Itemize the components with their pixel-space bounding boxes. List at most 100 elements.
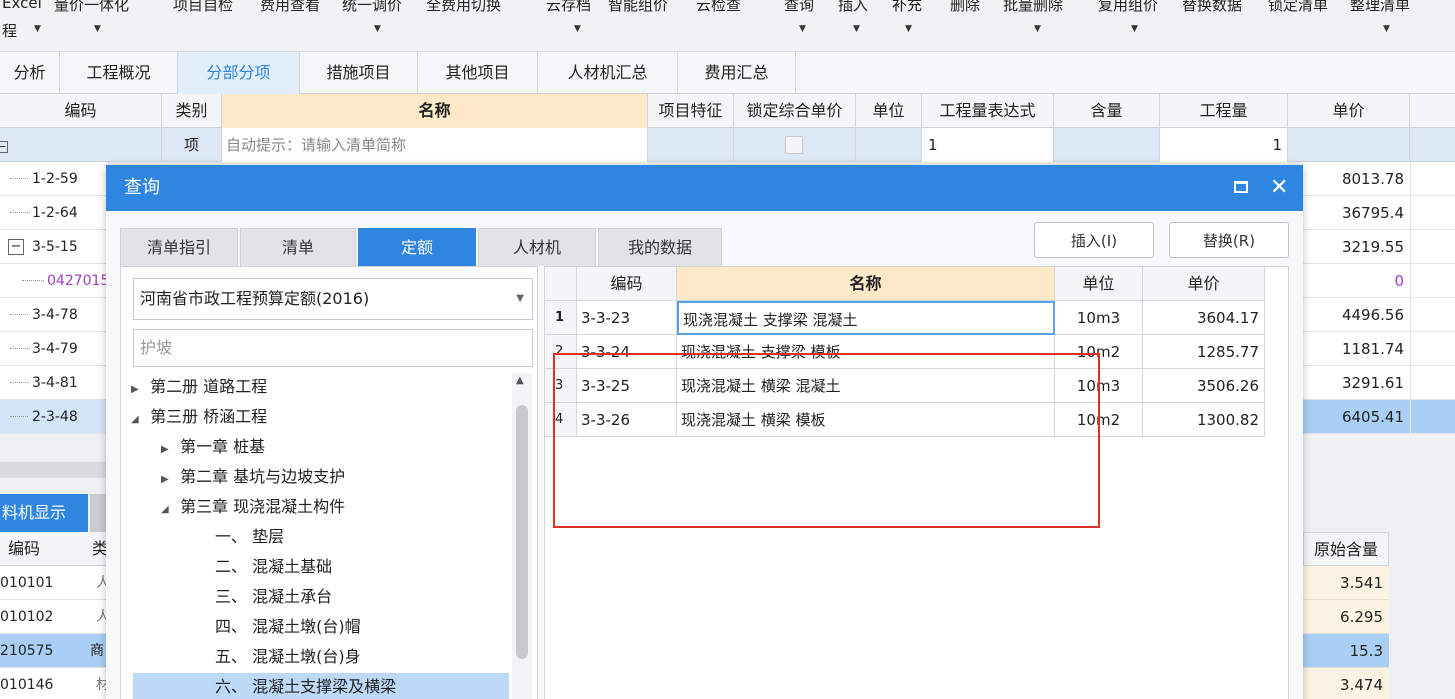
table-row[interactable]: 3-4-78 <box>0 298 106 332</box>
ribbon-adjust-price[interactable]: 统一调价 <box>342 0 402 15</box>
tab-fee-summary[interactable]: 费用汇总 <box>678 52 796 94</box>
table-cell[interactable] <box>1411 196 1455 230</box>
table-row[interactable]: − 3-5-15 <box>0 230 106 264</box>
row-index[interactable]: 4 <box>545 403 577 437</box>
row-price[interactable] <box>1288 128 1410 162</box>
chevron-down-icon[interactable]: ▼ <box>853 24 860 34</box>
row-content[interactable] <box>1054 128 1160 162</box>
ribbon-full-fee[interactable]: 全费用切换 <box>426 0 501 15</box>
tree-node[interactable]: 二、 混凝土基础 <box>215 553 332 581</box>
code-cell[interactable]: 3-3-25 <box>577 369 677 403</box>
table-row[interactable]: 3-4-81 <box>0 366 106 400</box>
ribbon-batch-delete[interactable]: 批量删除 <box>1003 0 1063 15</box>
unit-price-cell[interactable]: 3219.55 <box>1303 230 1411 264</box>
dialog-tab-my-data[interactable]: 我的数据 <box>598 228 722 266</box>
table-row[interactable]: 1-2-59 <box>0 162 106 196</box>
col-content[interactable]: 含量 <box>1054 94 1160 128</box>
table-row[interactable]: − 项 自动提示：请输入清单简称 1 1 <box>0 128 1455 162</box>
unit-price-cell[interactable]: 8013.78 <box>1303 162 1411 196</box>
ribbon-cloud-save[interactable]: 云存档 <box>546 0 591 15</box>
ribbon-smart-price[interactable]: 智能组价 <box>608 0 668 15</box>
dialog-tab-quota[interactable]: 定额 <box>358 228 476 266</box>
tree-node[interactable]: ◢ 第三册 桥涵工程 <box>131 403 267 431</box>
col-expression[interactable]: 工程量表达式 <box>922 94 1054 128</box>
unit-cell[interactable]: 10m2 <box>1055 335 1143 369</box>
row-index[interactable]: 3 <box>545 369 577 403</box>
name-cell[interactable]: 现浇混凝土 支撑梁 混凝土 <box>677 301 1055 335</box>
original-content-cell[interactable]: 3.474 <box>1303 668 1389 699</box>
table-cell[interactable] <box>1411 162 1455 196</box>
col-code[interactable]: 编码 <box>8 532 40 566</box>
close-icon[interactable]: ✕ <box>1270 173 1288 203</box>
tree-node[interactable]: ▶ 第二章 基坑与边坡支护 <box>161 463 345 491</box>
replace-button[interactable]: 替换(R) <box>1169 222 1289 258</box>
table-row[interactable]: 010102 人 <box>0 600 110 634</box>
insert-button[interactable]: 插入(I) <box>1034 222 1154 258</box>
code-cell[interactable]: 3-3-24 <box>577 335 677 369</box>
col-unit-price[interactable]: 单价 <box>1288 94 1410 128</box>
chevron-down-icon[interactable]: ▼ <box>799 24 806 34</box>
expand-toggle[interactable]: − <box>0 128 162 162</box>
table-row[interactable]: 010146 材 <box>0 668 110 699</box>
table-row[interactable]: 1-2-64 <box>0 196 106 230</box>
tree-node[interactable]: ▶ 第二册 道路工程 <box>131 373 267 401</box>
tab-material-summary[interactable]: 人材机汇总 <box>538 52 678 94</box>
chevron-down-icon[interactable]: ▼ <box>1383 24 1390 34</box>
col-name[interactable]: 名称 <box>677 267 1055 301</box>
ribbon-supplement[interactable]: 补充 <box>892 0 922 15</box>
tab-other[interactable] <box>90 494 106 532</box>
chevron-down-icon[interactable]: ▼ <box>34 24 41 34</box>
table-row[interactable]: 010101 人 <box>0 566 110 600</box>
tree-node[interactable]: 五、 混凝土墩(台)身 <box>215 643 361 671</box>
unit-price-cell[interactable]: 1181.74 <box>1303 332 1411 366</box>
unit-price-cell[interactable]: 6405.41 <box>1303 400 1411 434</box>
col-name[interactable]: 名称 <box>222 94 648 128</box>
col-quantity[interactable]: 工程量 <box>1160 94 1288 128</box>
ribbon-organize-list[interactable]: 整理清单 <box>1350 0 1410 15</box>
original-content-cell[interactable]: 3.541 <box>1303 566 1389 600</box>
name-cell[interactable]: 现浇混凝土 支撑梁 模板 <box>677 335 1055 369</box>
chevron-down-icon[interactable]: ▼ <box>94 24 101 34</box>
unit-cell[interactable]: 10m3 <box>1055 369 1143 403</box>
unit-price-cell[interactable]: 0 <box>1303 264 1411 298</box>
name-cell[interactable]: 现浇混凝土 横梁 模板 <box>677 403 1055 437</box>
chevron-down-icon[interactable]: ▼ <box>1131 24 1138 34</box>
chevron-down-icon[interactable]: ▼ <box>374 24 381 34</box>
ribbon-lock-list[interactable]: 锁定清单 <box>1268 0 1328 15</box>
code-cell[interactable]: 3-3-26 <box>577 403 677 437</box>
tree-scrollbar[interactable]: ▲ <box>512 373 532 699</box>
ribbon-self-check[interactable]: 项目自检 <box>173 0 233 15</box>
ribbon-reuse-price[interactable]: 复用组价 <box>1098 0 1158 15</box>
unit-price-cell[interactable]: 4496.56 <box>1303 298 1411 332</box>
price-cell[interactable]: 1285.77 <box>1143 335 1265 369</box>
unit-price-cell[interactable]: 36795.4 <box>1303 196 1411 230</box>
lock-price-checkbox-cell[interactable] <box>734 128 856 162</box>
table-cell[interactable] <box>1411 230 1455 264</box>
table-row-selected[interactable]: 2-3-48 <box>0 400 106 434</box>
scrollbar-thumb[interactable] <box>516 405 528 659</box>
ribbon-excel-line2[interactable]: 程 <box>2 20 17 41</box>
maximize-icon[interactable] <box>1234 181 1248 193</box>
tab-sections[interactable]: 分部分项 <box>178 52 300 94</box>
row-index[interactable]: 1 <box>545 301 577 335</box>
library-select[interactable]: 河南省市政工程预算定额(2016) ▼ <box>133 278 533 320</box>
original-content-cell[interactable]: 6.295 <box>1303 600 1389 634</box>
chevron-up-icon[interactable]: ▲ <box>516 375 524 386</box>
tab-analysis[interactable]: 分析 <box>0 52 60 94</box>
tree-node[interactable]: 三、 混凝土承台 <box>215 583 332 611</box>
col-lock-price[interactable]: 锁定综合单价 <box>734 94 856 128</box>
unit-cell[interactable]: 10m3 <box>1055 301 1143 335</box>
tree-node-selected[interactable]: 六、 混凝土支撑梁及横梁 <box>133 673 509 699</box>
unit-cell[interactable]: 10m2 <box>1055 403 1143 437</box>
col-unit[interactable]: 单位 <box>1055 267 1143 301</box>
price-cell[interactable]: 3604.17 <box>1143 301 1265 335</box>
ribbon-query[interactable]: 查询 <box>784 0 814 15</box>
chevron-down-icon[interactable]: ▼ <box>516 279 524 319</box>
ribbon-excel[interactable]: Excel <box>2 0 42 12</box>
lock-price-checkbox[interactable] <box>785 136 803 154</box>
dialog-title[interactable]: 查询 <box>106 165 1303 211</box>
code-cell[interactable]: 3-3-23 <box>577 301 677 335</box>
row-feature[interactable] <box>648 128 734 162</box>
dialog-tab-list[interactable]: 清单 <box>240 228 356 266</box>
row-index[interactable]: 2 <box>545 335 577 369</box>
